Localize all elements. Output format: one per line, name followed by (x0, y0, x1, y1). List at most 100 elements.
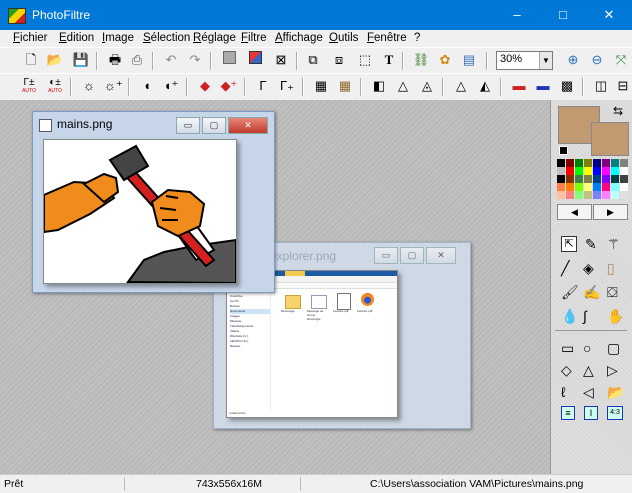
blur-icon[interactable]: ◧ (370, 77, 388, 95)
gamma-minus-icon[interactable]: Γ (254, 77, 272, 95)
redo-icon[interactable]: ↷ (186, 51, 204, 69)
palette-swatch[interactable] (593, 167, 601, 175)
image-size-icon[interactable]: ⧉ (304, 51, 322, 69)
text-icon[interactable]: ⬚ (356, 51, 374, 69)
flip-vertical-icon[interactable]: ▬ (534, 77, 552, 95)
palette-swatch[interactable] (602, 183, 610, 191)
new-file-icon[interactable]: 🗋 (22, 51, 40, 69)
palette-swatch[interactable] (620, 175, 628, 183)
palette-swatch[interactable] (593, 183, 601, 191)
doc-close-button[interactable]: ✕ (426, 247, 456, 264)
palette-swatch[interactable] (602, 159, 610, 167)
triangle-right-select-icon[interactable]: ▷ (607, 362, 618, 379)
image-canvas[interactable] (43, 139, 237, 284)
scanner-icon[interactable]: ⎙ (128, 51, 146, 69)
crop-icon[interactable]: ⊠ (272, 51, 290, 69)
open-folder-icon[interactable]: 📂 (46, 51, 64, 69)
document-window-mains[interactable]: mains.png ▭ ▢ ✕ (32, 111, 275, 293)
brightness-plus-icon[interactable]: ☼⁺ (104, 77, 123, 95)
fit-window-icon[interactable]: ⤧ (612, 51, 630, 69)
fill-bucket-icon[interactable]: ◈ (583, 260, 594, 277)
contrast-plus-icon[interactable]: ◖⁺ (162, 77, 180, 95)
menu-reglage[interactable]: Réglage (193, 32, 236, 44)
zoom-out-icon[interactable]: ⊖ (588, 51, 606, 69)
triangle-select-icon[interactable]: △ (583, 362, 594, 379)
palette-swatch[interactable] (557, 159, 565, 167)
palette-swatch[interactable] (602, 191, 610, 199)
maximize-button[interactable]: □ (540, 0, 586, 30)
advanced-brush-icon[interactable]: ✍ (583, 284, 600, 301)
palette-swatch[interactable] (620, 191, 628, 199)
blur-drop-icon[interactable]: 💧 (561, 308, 578, 325)
palette-swatch[interactable] (620, 167, 628, 175)
palette-swatch[interactable] (620, 183, 628, 191)
palette-swatch[interactable] (584, 191, 592, 199)
lasso-icon[interactable]: ℓ (561, 384, 566, 400)
sharpen-more-icon[interactable]: △ (452, 77, 470, 95)
palette-swatch[interactable] (557, 175, 565, 183)
swap-colors-icon[interactable]: ⇆ (613, 104, 623, 118)
palette-swatch[interactable] (575, 191, 583, 199)
flip-horizontal-icon[interactable]: ▬ (510, 77, 528, 95)
minimize-button[interactable]: – (494, 0, 540, 30)
menu-outils[interactable]: Outils (329, 32, 358, 44)
magic-wand-icon[interactable]: ⚚ (607, 236, 620, 253)
palette-swatch[interactable] (593, 191, 601, 199)
menu-fichier[interactable]: Fichier (13, 32, 48, 44)
paste-icon[interactable] (246, 51, 264, 69)
palette-swatch[interactable] (575, 167, 583, 175)
diamond-select-icon[interactable]: ◇ (561, 362, 572, 379)
menu-edition[interactable]: Edition (59, 32, 94, 44)
workspace[interactable]: explorer.png ▭ ▢ ✕ Accès rapide OneDrive… (0, 100, 550, 474)
polygon-select-icon[interactable]: ◁ (583, 384, 594, 401)
palette-swatch[interactable] (602, 175, 610, 183)
spray-icon[interactable]: ▯ (607, 260, 615, 277)
palette-swatch[interactable] (611, 191, 619, 199)
palette-swatch[interactable] (575, 159, 583, 167)
doc-minimize-button[interactable]: ▭ (176, 117, 200, 134)
secondary-color-swatch[interactable] (591, 122, 629, 156)
eyedropper-icon[interactable]: ✎ (585, 236, 597, 253)
automate-icon[interactable]: ▤ (460, 51, 478, 69)
palette-swatch[interactable] (566, 175, 574, 183)
smudge-icon[interactable]: ∫ (583, 308, 587, 324)
palette-swatch[interactable] (611, 183, 619, 191)
grayscale-icon[interactable]: ▦ (312, 77, 330, 95)
palette-swatch[interactable] (575, 183, 583, 191)
rounded-rect-select-icon[interactable]: ▢ (607, 340, 620, 357)
palette-prev-button[interactable]: ◀ (557, 204, 592, 220)
palette-swatch[interactable] (557, 183, 565, 191)
explorer-icon[interactable]: ⛓ (412, 51, 430, 69)
gamma-plus-icon[interactable]: Γ₊ (278, 77, 296, 95)
stamp-icon[interactable]: ⛋ (607, 284, 618, 301)
palette-swatch[interactable] (566, 167, 574, 175)
rotate-icon[interactable]: ▩ (558, 77, 576, 95)
default-colors-icon[interactable] (559, 146, 568, 155)
menu-fenetre[interactable]: Fenêtre (367, 32, 407, 44)
palette-swatch[interactable] (566, 183, 574, 191)
palette-swatch[interactable] (611, 167, 619, 175)
palette-swatch[interactable] (575, 175, 583, 183)
color-palette-grid[interactable] (557, 159, 629, 200)
zoom-select[interactable]: 30% ▼ (496, 51, 553, 70)
menu-selection[interactable]: Sélection (143, 32, 190, 44)
print-icon[interactable]: 🖶 (106, 51, 124, 69)
palette-swatch[interactable] (557, 167, 565, 175)
pointer-tool-icon[interactable]: ⇱ (561, 236, 577, 252)
select-text-icon[interactable]: I (584, 406, 598, 420)
brightness-minus-icon[interactable]: ☼ (80, 77, 98, 95)
doc-close-button[interactable]: ✕ (228, 117, 268, 134)
chevron-down-icon[interactable]: ▼ (539, 52, 552, 69)
palette-swatch[interactable] (566, 159, 574, 167)
palette-swatch[interactable] (566, 191, 574, 199)
aspect-ratio-icon[interactable]: 4:3 (607, 406, 623, 420)
doc-minimize-button[interactable]: ▭ (374, 247, 398, 264)
soften-icon[interactable]: △ (394, 77, 412, 95)
auto-levels-button[interactable]: Γ± AUTO (20, 77, 38, 95)
undo-icon[interactable]: ↶ (162, 51, 180, 69)
saturation-minus-icon[interactable]: ◆ (196, 77, 214, 95)
line-tool-icon[interactable]: ╱ (561, 260, 569, 277)
palette-swatch[interactable] (620, 159, 628, 167)
menu-image[interactable]: Image (102, 32, 134, 44)
saturation-plus-icon[interactable]: ◆⁺ (220, 77, 238, 95)
